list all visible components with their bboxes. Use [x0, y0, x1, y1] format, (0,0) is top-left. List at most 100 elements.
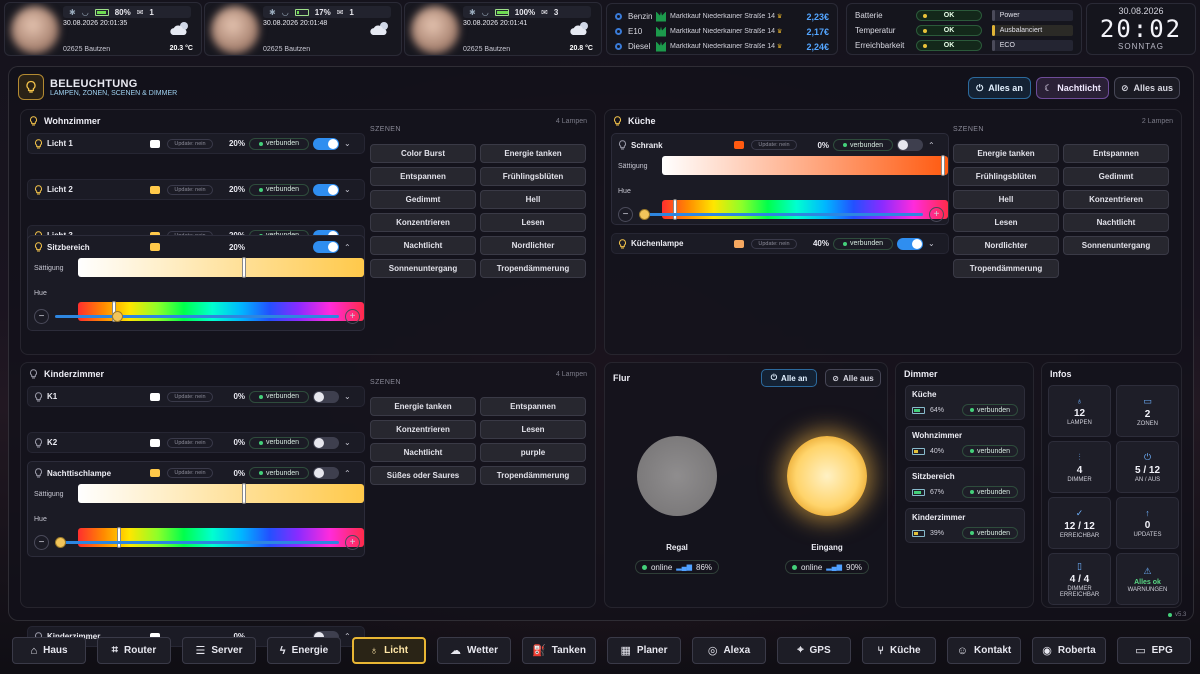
scene-button[interactable]: Energie tanken	[953, 144, 1059, 163]
lamp-toggle[interactable]	[313, 183, 339, 196]
slider-thumb[interactable]	[941, 155, 945, 176]
flur-all-off-button[interactable]: ⊘ Alle aus	[825, 369, 881, 387]
scene-button[interactable]: Nachtlicht	[1063, 213, 1169, 232]
chevron-down-icon[interactable]: ⌄	[344, 392, 351, 401]
scene-button[interactable]: Nachtlicht	[370, 443, 476, 462]
saturation-slider[interactable]	[78, 257, 364, 278]
scene-button[interactable]: Konzentrieren	[370, 213, 476, 232]
chevron-up-icon[interactable]: ⌃	[344, 469, 351, 478]
nav-alexa[interactable]: ◎ Alexa	[692, 637, 766, 664]
nav-licht[interactable]: ♁ Licht	[352, 637, 426, 664]
chevron-down-icon[interactable]: ⌄	[344, 139, 351, 148]
power-mode-option[interactable]: Power	[991, 10, 1073, 21]
nav-server[interactable]: ☰ Server	[182, 637, 256, 664]
scene-button[interactable]: Nachtlicht	[370, 236, 476, 255]
minus-button[interactable]: −	[618, 207, 633, 222]
lamp-toggle[interactable]	[313, 137, 339, 150]
lamp-row[interactable]: K1 Update: nein 0% verbunden ⌄	[27, 386, 365, 407]
chevron-down-icon[interactable]: ⌄	[344, 185, 351, 194]
light-orb[interactable]	[787, 436, 867, 516]
slider-thumb[interactable]	[242, 483, 246, 504]
nav-haus[interactable]: ⌂ Haus	[12, 637, 86, 664]
slider-thumb[interactable]	[111, 311, 123, 322]
scene-button[interactable]: Lesen	[953, 213, 1059, 232]
flur-all-on-button[interactable]: ⏻ Alle an	[761, 369, 817, 387]
color-swatch[interactable]	[734, 141, 744, 149]
scene-button[interactable]: Frühlingsblüten	[480, 167, 586, 186]
nav-kueche[interactable]: ⑂ Küche	[862, 637, 936, 664]
saturation-slider[interactable]	[662, 155, 948, 176]
person-card[interactable]: ✱ ◡ 100% ✉ 3 30.08.2026 20:01:41 02625 B…	[404, 2, 602, 56]
zone-header[interactable]: Schrank Update: nein 0% verbunden ⌃	[618, 139, 944, 151]
color-swatch[interactable]	[150, 243, 160, 251]
chevron-down-icon[interactable]: ⌄	[928, 239, 935, 248]
lamp-row[interactable]: Küchenlampe Update: nein 40% verbunden ⌄	[611, 233, 949, 254]
zone-header[interactable]: Sitzbereich 20% ⌃	[34, 241, 360, 253]
lamp-toggle[interactable]	[313, 436, 339, 449]
minus-button[interactable]: −	[34, 309, 49, 324]
nightlight-button[interactable]: ☾ Nachtlicht	[1036, 77, 1109, 99]
fuel-row[interactable]: E10 Marktkauf Niederkainer Straße 14 ♛ 2,…	[615, 24, 829, 39]
scene-button[interactable]: Konzentrieren	[1063, 190, 1169, 209]
scene-button[interactable]: Tropendämmerung	[480, 259, 586, 278]
color-swatch[interactable]	[734, 239, 744, 248]
lamp-row[interactable]: Licht 1 Update: nein 20% verbunden ⌄	[27, 133, 365, 154]
lamp-row[interactable]: K2 Update: nein 0% verbunden ⌄	[27, 432, 365, 453]
scene-button[interactable]: Tropendämmerung	[480, 466, 586, 485]
scene-button[interactable]: Hell	[480, 190, 586, 209]
zone-header[interactable]: Nachttischlampe Update: nein 0% verbunde…	[34, 467, 360, 479]
zone-toggle[interactable]	[313, 467, 339, 479]
nav-epg[interactable]: ▭ EPG	[1117, 637, 1191, 664]
power-mode-option[interactable]: Ausbalanciert	[991, 25, 1073, 36]
color-swatch[interactable]	[150, 392, 160, 401]
nav-energie[interactable]: ϟ Energie	[267, 637, 341, 664]
scene-button[interactable]: Süßes oder Saures	[370, 466, 476, 485]
nav-router[interactable]: ⌗ Router	[97, 637, 171, 664]
brightness-slider[interactable]	[639, 209, 923, 220]
dimmer-card[interactable]: Sitzbereich 67% verbunden	[905, 467, 1025, 502]
chevron-up-icon[interactable]: ⌃	[344, 243, 351, 252]
scene-button[interactable]: Frühlingsblüten	[953, 167, 1059, 186]
nav-tanken[interactable]: ⛽ Tanken	[522, 637, 596, 664]
plus-button[interactable]: +	[345, 535, 360, 550]
brightness-slider[interactable]	[55, 537, 339, 548]
nav-gps[interactable]: ⌖ GPS	[777, 637, 851, 664]
scene-button[interactable]: Tropendämmerung	[953, 259, 1059, 278]
scene-button[interactable]: Sonnenuntergang	[370, 259, 476, 278]
person-card[interactable]: ✱ ◡ 17% ✉ 1 30.08.2026 20:01:48 02625 Ba…	[204, 2, 402, 56]
zone-toggle[interactable]	[313, 241, 339, 253]
dimmer-card[interactable]: Kinderzimmer 39% verbunden	[905, 508, 1025, 543]
scene-button[interactable]: Hell	[953, 190, 1059, 209]
slider-thumb[interactable]	[55, 537, 66, 548]
scene-button[interactable]: Energie tanken	[370, 397, 476, 416]
color-swatch[interactable]	[150, 438, 160, 447]
scene-button[interactable]: Nordlichter	[480, 236, 586, 255]
light-orb[interactable]	[637, 436, 717, 516]
chevron-up-icon[interactable]: ⌃	[928, 141, 935, 150]
fuel-row[interactable]: Diesel Marktkauf Niederkainer Straße 14 ♛…	[615, 39, 829, 54]
saturation-slider[interactable]	[78, 483, 364, 504]
all-off-button[interactable]: ⊘ Alles aus	[1114, 77, 1180, 99]
nav-wetter[interactable]: ☁ Wetter	[437, 637, 511, 664]
plus-button[interactable]: +	[929, 207, 944, 222]
scene-button[interactable]: Gedimmt	[1063, 167, 1169, 186]
scene-button[interactable]: Entspannen	[480, 397, 586, 416]
power-mode-option[interactable]: ECO	[991, 40, 1073, 51]
nav-planer[interactable]: ▦ Planer	[607, 637, 681, 664]
slider-thumb[interactable]	[639, 209, 650, 220]
scene-button[interactable]: Color Burst	[370, 144, 476, 163]
scene-button[interactable]: Gedimmt	[370, 190, 476, 209]
scene-button[interactable]: Nordlichter	[953, 236, 1059, 255]
scene-button[interactable]: Energie tanken	[480, 144, 586, 163]
dimmer-card[interactable]: Wohnzimmer 40% verbunden	[905, 426, 1025, 461]
all-on-button[interactable]: ⏻ Alles an	[968, 77, 1031, 99]
slider-thumb[interactable]	[242, 257, 246, 278]
nav-roberta[interactable]: ◉ Roberta	[1032, 637, 1106, 664]
nav-kontakt[interactable]: ☺ Kontakt	[947, 637, 1021, 664]
chevron-down-icon[interactable]: ⌄	[344, 438, 351, 447]
plus-button[interactable]: +	[345, 309, 360, 324]
lamp-toggle[interactable]	[897, 237, 923, 250]
scene-button[interactable]: purple	[480, 443, 586, 462]
scene-button[interactable]: Entspannen	[1063, 144, 1169, 163]
scene-button[interactable]: Konzentrieren	[370, 420, 476, 439]
